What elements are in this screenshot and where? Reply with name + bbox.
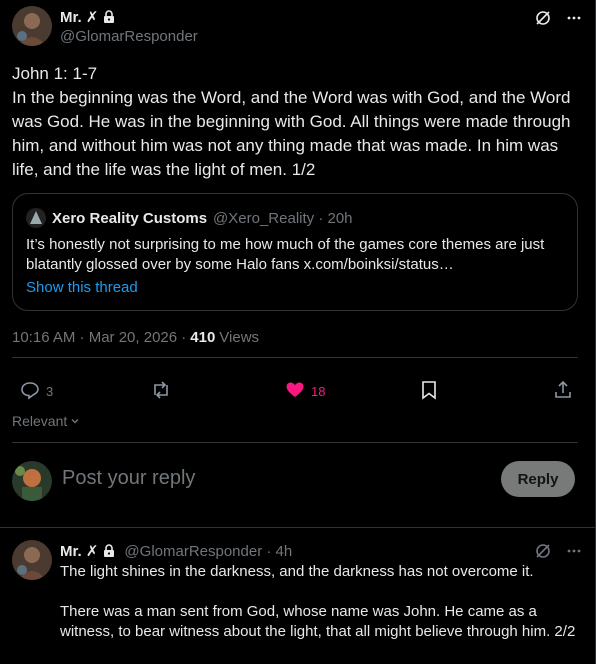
show-thread-link[interactable]: Show this thread xyxy=(26,279,138,296)
author-name[interactable]: Mr. ✗ xyxy=(60,8,98,26)
current-user-avatar[interactable] xyxy=(12,461,52,501)
retweet-action[interactable] xyxy=(150,380,178,403)
retweet-icon xyxy=(150,380,172,403)
views-label: Views xyxy=(219,329,260,346)
reply-author-meta[interactable]: @GlomarResponder · 4h xyxy=(124,543,292,560)
reply-input[interactable]: Post your reply xyxy=(62,467,195,490)
reply-button[interactable]: Reply xyxy=(501,461,575,497)
lock-icon xyxy=(102,10,116,24)
tweet-meta: 10:16 AM · Mar 20, 2026 · 410 Views xyxy=(12,329,259,346)
tweet-detail-view: Mr. ✗ @GlomarResponder John 1: 1-7 In th… xyxy=(0,0,596,664)
like-count: 18 xyxy=(311,384,326,399)
grok-icon[interactable] xyxy=(534,9,552,32)
author-name-row: Mr. ✗ xyxy=(60,8,116,26)
compose-reply: Post your reply Reply xyxy=(0,443,596,527)
tweet-body: John 1: 1-7 In the beginning was the Wor… xyxy=(12,64,571,179)
reply-count: 3 xyxy=(46,384,54,399)
avatar[interactable] xyxy=(12,6,52,46)
quoted-tweet[interactable]: Xero Reality Customs @Xero_Reality · 20h… xyxy=(12,193,578,311)
quoted-avatar xyxy=(26,208,46,228)
reply-author-row: Mr. ✗ @GlomarResponder · 4h xyxy=(60,542,292,561)
more-icon[interactable] xyxy=(566,10,582,31)
sort-label: Relevant xyxy=(12,413,68,429)
quoted-author-meta: @Xero_Reality · 20h xyxy=(213,209,353,227)
divider xyxy=(0,527,596,528)
share-icon xyxy=(553,380,573,403)
action-bar: 3 18 xyxy=(0,372,596,408)
views-count: 410 xyxy=(190,329,216,346)
like-action[interactable]: 18 xyxy=(285,380,325,403)
quoted-tweet-text: It’s honestly not surprising to me how m… xyxy=(26,236,545,273)
reply-icon xyxy=(20,380,40,403)
bookmark-action[interactable] xyxy=(420,380,438,403)
sort-replies-dropdown[interactable]: Relevant xyxy=(12,413,80,429)
quoted-author-name: Xero Reality Customs xyxy=(52,209,208,227)
tweet-top-actions xyxy=(534,9,582,32)
reply-author-name[interactable]: Mr. ✗ xyxy=(60,542,98,560)
lock-icon xyxy=(102,544,116,558)
reply-tweet-body: The light shines in the darkness, and th… xyxy=(60,563,576,640)
more-icon[interactable] xyxy=(566,543,582,564)
reply-action[interactable]: 3 xyxy=(20,380,53,403)
timestamp[interactable]: 10:16 AM · Mar 20, 2026 · xyxy=(12,329,186,346)
share-action[interactable] xyxy=(553,380,573,403)
quoted-tweet-header: Xero Reality Customs @Xero_Reality · 20h xyxy=(26,208,353,228)
bookmark-icon xyxy=(420,380,438,403)
like-icon xyxy=(285,380,305,403)
divider xyxy=(12,357,578,358)
author-handle[interactable]: @GlomarResponder xyxy=(60,28,198,45)
reply-author-avatar[interactable] xyxy=(12,540,52,580)
chevron-down-icon xyxy=(70,413,80,429)
